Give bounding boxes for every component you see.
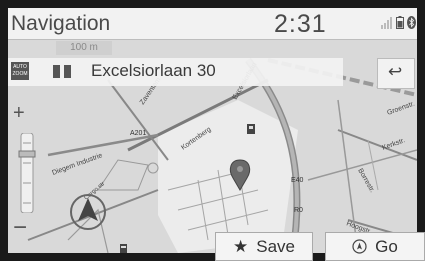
fuel-station-icon <box>120 244 127 253</box>
clock: 2:31 <box>274 10 327 38</box>
zoom-slider-handle <box>18 150 36 158</box>
zoom-in-button[interactable]: + <box>13 103 25 123</box>
map-label-e40: E40 <box>291 177 304 184</box>
map-label-r0: R0 <box>294 207 303 214</box>
star-icon: ★ <box>233 236 249 256</box>
zoom-out-button[interactable]: − <box>13 216 27 240</box>
zoom-slider[interactable] <box>17 133 37 213</box>
back-button[interactable]: ↩ <box>377 58 415 89</box>
go-button[interactable]: Go <box>325 232 425 261</box>
destination-address: Excelsiorlaan 30 <box>91 61 216 80</box>
map-label-a201: A201 <box>130 130 146 137</box>
bluetooth-icon <box>407 16 416 29</box>
signal-icon <box>381 16 392 29</box>
status-icons <box>381 16 416 29</box>
parking-poi-icon <box>247 124 255 134</box>
navigation-screen: Zaventem Kortenberg A201 Diegem Industri… <box>8 8 417 253</box>
save-button[interactable]: ★ Save <box>215 232 313 261</box>
address-bar[interactable]: AUTO ZOOM Excelsiorlaan 30 <box>8 58 343 86</box>
navigation-arrow-icon <box>352 239 367 254</box>
header-bar: Navigation 2:31 <box>8 8 417 40</box>
back-arrow-icon: ↩ <box>388 62 403 81</box>
go-label: Go <box>375 236 398 256</box>
phone-battery-icon <box>396 16 404 29</box>
destination-flag-icon <box>53 65 71 78</box>
save-label: Save <box>256 236 295 256</box>
page-title: Navigation <box>11 12 111 35</box>
auto-zoom-button[interactable]: AUTO ZOOM <box>11 62 29 80</box>
scale-indicator: 100 m <box>56 41 112 55</box>
